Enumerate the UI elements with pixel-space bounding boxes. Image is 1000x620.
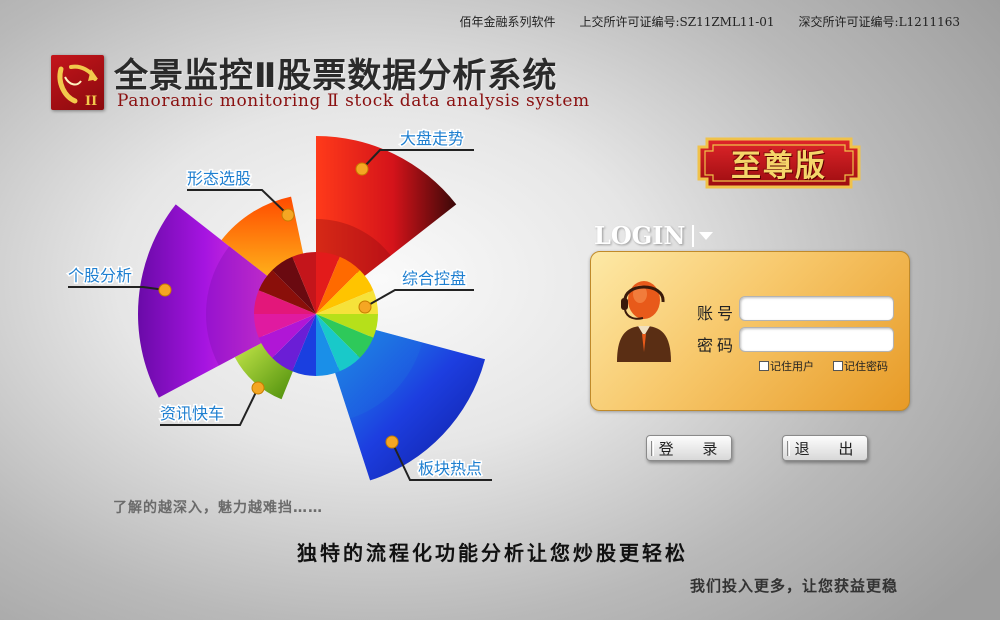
password-input[interactable] bbox=[739, 327, 894, 352]
login-button[interactable]: 登 录 bbox=[646, 435, 732, 461]
menu-label-1[interactable]: 大盘走势 bbox=[399, 128, 466, 150]
edition-badge: 至尊版 bbox=[693, 133, 865, 193]
login-panel: 账号 密码 记住用户 记住密码 bbox=[590, 251, 910, 411]
exit-button-label: 退 出 bbox=[794, 439, 866, 458]
sh-license-text: 上交所许可证编号:SZ11ZML11-01 bbox=[579, 15, 775, 29]
sz-license-text: 深交所许可证编号:L1211163 bbox=[798, 15, 960, 29]
callout-line-2 bbox=[364, 289, 474, 308]
menu-label-5[interactable]: 个股分析 bbox=[67, 265, 134, 287]
header-info: 佰年金融系列软件 上交所许可证编号:SZ11ZML11-01 深交所许可证编号:… bbox=[459, 13, 960, 30]
app-logo-icon: II bbox=[51, 55, 104, 110]
remember-user-box[interactable] bbox=[759, 361, 769, 371]
hub-segment-16 bbox=[292, 252, 316, 314]
hub-segment-9 bbox=[292, 314, 316, 376]
hub-segment-3 bbox=[316, 270, 374, 314]
menu-label-2[interactable]: 综合控盘 bbox=[401, 268, 468, 290]
remember-user-label: 记住用户 bbox=[770, 360, 814, 373]
remember-password-box[interactable] bbox=[833, 361, 843, 371]
login-header: LOGIN bbox=[594, 221, 714, 250]
password-label: 密码 bbox=[697, 336, 738, 355]
account-label: 账号 bbox=[697, 304, 738, 323]
tagline-3: 我们投入更多，让您获益更稳 bbox=[690, 577, 899, 595]
hub-segment-1 bbox=[316, 252, 340, 314]
login-dropdown-icon[interactable] bbox=[699, 231, 714, 240]
vendor-text: 佰年金融系列软件 bbox=[459, 15, 556, 29]
hub-segment-4 bbox=[316, 290, 378, 314]
menu-label-6[interactable]: 形态选股 bbox=[186, 168, 253, 190]
menu-label-4[interactable]: 资讯快车 bbox=[159, 403, 226, 425]
hub-segment-12 bbox=[254, 314, 316, 338]
menu-label-3[interactable]: 板块热点 bbox=[417, 458, 484, 480]
exit-button-grip bbox=[787, 441, 790, 456]
hub-segment-8 bbox=[316, 314, 340, 376]
remember-password-checkbox[interactable]: 记住密码 bbox=[833, 358, 888, 374]
callout-dot-2 bbox=[358, 300, 372, 314]
exit-button[interactable]: 退 出 bbox=[782, 435, 868, 461]
login-button-grip bbox=[651, 441, 654, 456]
tagline-1: 了解的越深入，魅力越难挡…… bbox=[113, 500, 323, 516]
tagline-2: 独特的流程化功能分析让您炒股更轻松 bbox=[297, 541, 688, 565]
hub-segment-13 bbox=[254, 290, 316, 314]
account-input[interactable] bbox=[739, 296, 894, 321]
menu-petal-3[interactable] bbox=[333, 329, 486, 481]
app-title-en: Panoramic monitoring Ⅱ stock data analys… bbox=[117, 91, 590, 111]
login-separator bbox=[692, 224, 695, 247]
login-button-label: 登 录 bbox=[658, 439, 730, 458]
svg-text:II: II bbox=[85, 94, 97, 109]
remember-user-checkbox[interactable]: 记住用户 bbox=[759, 358, 814, 374]
app-title-cn: 全景监控Ⅱ股票数据分析系统 bbox=[114, 56, 558, 96]
support-agent-icon bbox=[613, 272, 675, 364]
remember-password-label: 记住密码 bbox=[844, 360, 888, 373]
menu-petal-2[interactable] bbox=[361, 277, 376, 330]
edition-text: 至尊版 bbox=[731, 149, 827, 184]
login-title: LOGIN bbox=[594, 221, 686, 250]
hub-segment-5 bbox=[316, 314, 378, 338]
menu-petal-1[interactable] bbox=[316, 136, 457, 279]
